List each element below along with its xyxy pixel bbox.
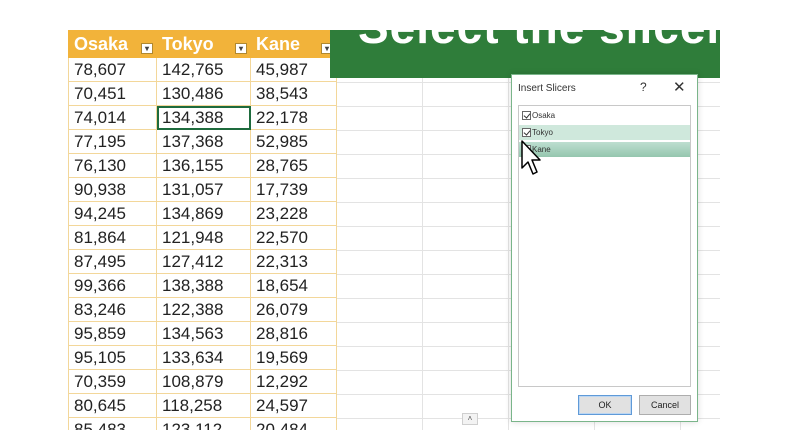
slicer-item-osaka[interactable]: Osaka: [519, 108, 690, 123]
header-kane[interactable]: Kane ▾: [250, 30, 337, 58]
filter-dropdown-icon[interactable]: ▾: [235, 43, 247, 54]
table-cell[interactable]: 77,195: [68, 129, 157, 154]
table-cell[interactable]: 95,859: [68, 321, 157, 346]
header-row: Osaka ▾ Tokyo ▾ Kane ▾: [68, 30, 337, 58]
table-cell[interactable]: 18,654: [250, 273, 337, 298]
active-cell[interactable]: 134,388: [156, 105, 251, 130]
table-cell[interactable]: 19,569: [250, 345, 337, 370]
table-cell[interactable]: 134,869: [156, 201, 251, 226]
help-icon[interactable]: ?: [640, 80, 647, 94]
slicer-item-tokyo[interactable]: Tokyo: [519, 125, 690, 140]
table-row: 74,014 134,388 22,178: [68, 105, 337, 130]
table-cell[interactable]: 74,014: [68, 105, 157, 130]
table-cell[interactable]: 81,864: [68, 225, 157, 250]
table-row: 70,451 130,486 38,543: [68, 81, 337, 106]
table-cell[interactable]: 137,368: [156, 129, 251, 154]
cancel-button[interactable]: Cancel: [639, 395, 691, 415]
slicer-item-label: Tokyo: [532, 128, 553, 137]
table-row: 80,645 118,258 24,597: [68, 393, 337, 418]
table-cell[interactable]: 108,879: [156, 369, 251, 394]
table-cell[interactable]: 26,079: [250, 297, 337, 322]
header-osaka[interactable]: Osaka ▾: [68, 30, 157, 58]
table-cell[interactable]: 131,057: [156, 177, 251, 202]
table-cell[interactable]: 130,486: [156, 81, 251, 106]
table-cell[interactable]: 78,607: [68, 57, 157, 82]
table-cell[interactable]: 133,634: [156, 345, 251, 370]
table-cell[interactable]: 70,451: [68, 81, 157, 106]
table-cell[interactable]: 138,388: [156, 273, 251, 298]
table-row: 87,495 127,412 22,313: [68, 249, 337, 274]
table-cell[interactable]: 52,985: [250, 129, 337, 154]
table-row: 94,245 134,869 23,228: [68, 201, 337, 226]
table-cell[interactable]: 142,765: [156, 57, 251, 82]
table-row: 95,105 133,634 19,569: [68, 345, 337, 370]
table-row: 99,366 138,388 18,654: [68, 273, 337, 298]
table-row: 95,859 134,563 28,816: [68, 321, 337, 346]
slicer-item-label: Osaka: [532, 111, 556, 120]
table-row: 70,359 108,879 12,292: [68, 369, 337, 394]
table-row: 78,607 142,765 45,987: [68, 57, 337, 82]
data-table: Osaka ▾ Tokyo ▾ Kane ▾ 78,607 142,765 45,9…: [68, 30, 337, 430]
table-cell[interactable]: 118,258: [156, 393, 251, 418]
dialog-title: Insert Slicers: [518, 83, 576, 94]
table-row: 76,130 136,155 28,765: [68, 153, 337, 178]
table-row: 90,938 131,057 17,739: [68, 177, 337, 202]
table-cell[interactable]: 127,412: [156, 249, 251, 274]
table-cell[interactable]: 45,987: [250, 57, 337, 82]
table-row: 85,483 123,112 20,484: [68, 417, 337, 430]
table-cell[interactable]: 123,112: [156, 417, 251, 430]
table-cell[interactable]: 20,484: [250, 417, 337, 430]
table-cell[interactable]: 121,948: [156, 225, 251, 250]
table-cell[interactable]: 85,483: [68, 417, 157, 430]
chevron-up-icon[interactable]: ˄: [462, 413, 478, 425]
arrow-cursor-icon: [521, 140, 541, 175]
table-cell[interactable]: 90,938: [68, 177, 157, 202]
table-cell[interactable]: 134,563: [156, 321, 251, 346]
slicer-field-list: Osaka Tokyo Kane: [518, 105, 691, 387]
table-cell[interactable]: 22,570: [250, 225, 337, 250]
table-cell[interactable]: 22,313: [250, 249, 337, 274]
table-cell[interactable]: 122,388: [156, 297, 251, 322]
instruction-banner: Select the slicers you want: [330, 30, 720, 78]
table-cell[interactable]: 87,495: [68, 249, 157, 274]
table-cell[interactable]: 38,543: [250, 81, 337, 106]
table-cell[interactable]: 95,105: [68, 345, 157, 370]
table-cell[interactable]: 17,739: [250, 177, 337, 202]
slicer-item-kane[interactable]: Kane: [519, 142, 690, 157]
table-cell[interactable]: 28,765: [250, 153, 337, 178]
checkbox-osaka[interactable]: [522, 111, 531, 120]
header-tokyo[interactable]: Tokyo ▾: [156, 30, 251, 58]
checkbox-tokyo[interactable]: [522, 128, 531, 137]
header-label: Kane: [256, 33, 301, 54]
table-cell[interactable]: 24,597: [250, 393, 337, 418]
table-cell[interactable]: 12,292: [250, 369, 337, 394]
filter-dropdown-icon[interactable]: ▾: [141, 43, 153, 54]
table-cell[interactable]: 94,245: [68, 201, 157, 226]
table-row: 83,246 122,388 26,079: [68, 297, 337, 322]
table-cell[interactable]: 76,130: [68, 153, 157, 178]
table-row: 81,864 121,948 22,570: [68, 225, 337, 250]
table-cell[interactable]: 83,246: [68, 297, 157, 322]
banner-text: Select the slicers you want: [358, 30, 720, 54]
header-label: Tokyo: [162, 33, 214, 54]
table-cell[interactable]: 99,366: [68, 273, 157, 298]
table-cell[interactable]: 23,228: [250, 201, 337, 226]
table-cell[interactable]: 136,155: [156, 153, 251, 178]
table-cell[interactable]: 22,178: [250, 105, 337, 130]
insert-slicers-dialog: Insert Slicers ? ✕ Osaka Tokyo Kane OK C…: [511, 74, 698, 422]
table-body: 78,607 142,765 45,987 70,451 130,486 38,543 74…: [68, 57, 337, 430]
header-label: Osaka: [74, 33, 129, 54]
table-cell[interactable]: 70,359: [68, 369, 157, 394]
ok-button[interactable]: OK: [578, 395, 632, 415]
table-cell[interactable]: 80,645: [68, 393, 157, 418]
table-cell[interactable]: 28,816: [250, 321, 337, 346]
close-icon[interactable]: ✕: [673, 78, 686, 96]
table-row: 77,195 137,368 52,985: [68, 129, 337, 154]
